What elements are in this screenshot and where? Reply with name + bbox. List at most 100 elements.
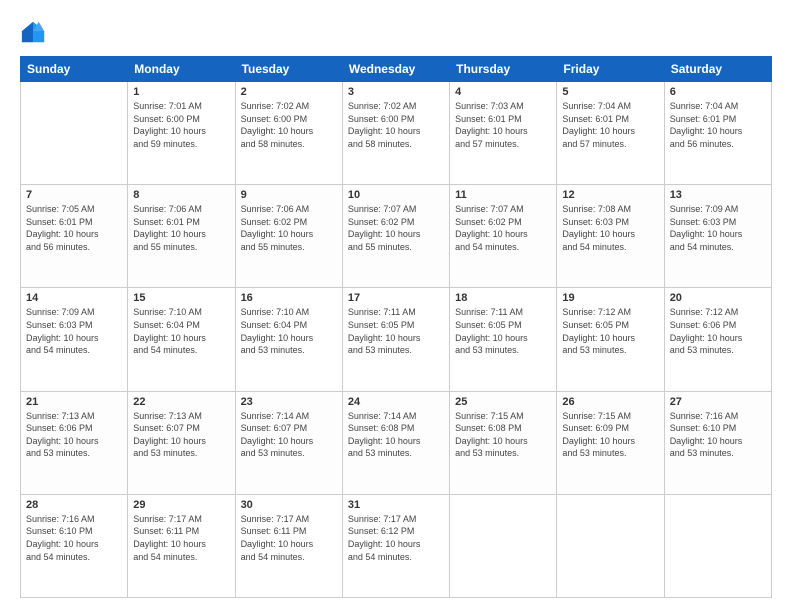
weekday-saturday: Saturday <box>664 57 771 82</box>
day-number: 14 <box>26 292 122 304</box>
day-number: 31 <box>348 499 444 511</box>
calendar-cell: 3 Sunrise: 7:02 AM Sunset: 6:00 PM Daylig… <box>342 82 449 185</box>
cell-info: Sunrise: 7:15 AM Sunset: 6:08 PM Dayligh… <box>455 410 551 460</box>
day-number: 26 <box>562 396 658 408</box>
calendar-cell: 1Sunrise: 7:01 AM Sunset: 6:00 PM Daylig… <box>128 82 235 185</box>
calendar-cell: 9 Sunrise: 7:06 AM Sunset: 6:02 PM Daylig… <box>235 185 342 288</box>
calendar-cell: 21Sunrise: 7:13 AM Sunset: 6:06 PM Dayli… <box>21 391 128 494</box>
cell-info: Sunrise: 7:04 AM Sunset: 6:01 PM Dayligh… <box>670 100 766 150</box>
day-number: 2 <box>241 86 337 98</box>
cell-info: Sunrise: 7:12 AM Sunset: 6:05 PM Dayligh… <box>562 306 658 356</box>
cell-info: Sunrise: 7:01 AM Sunset: 6:00 PM Dayligh… <box>133 100 229 150</box>
day-number: 9 <box>241 189 337 201</box>
cell-info: Sunrise: 7:15 AM Sunset: 6:09 PM Dayligh… <box>562 410 658 460</box>
cell-info: Sunrise: 7:06 AM Sunset: 6:01 PM Dayligh… <box>133 203 229 253</box>
calendar-cell <box>557 494 664 597</box>
day-number: 18 <box>455 292 551 304</box>
day-number: 12 <box>562 189 658 201</box>
cell-info: Sunrise: 7:06 AM Sunset: 6:02 PM Dayligh… <box>241 203 337 253</box>
calendar-cell: 28 Sunrise: 7:16 AM Sunset: 6:10 PM Dayli… <box>21 494 128 597</box>
calendar-cell: 10 Sunrise: 7:07 AM Sunset: 6:02 PM Dayli… <box>342 185 449 288</box>
cell-info: Sunrise: 7:13 AM Sunset: 6:07 PM Dayligh… <box>133 410 229 460</box>
week-row-5: 28 Sunrise: 7:16 AM Sunset: 6:10 PM Dayli… <box>21 494 772 597</box>
week-row-2: 7 Sunrise: 7:05 AM Sunset: 6:01 PM Daylig… <box>21 185 772 288</box>
cell-info: Sunrise: 7:10 AM Sunset: 6:04 PM Dayligh… <box>241 306 337 356</box>
cell-info: Sunrise: 7:17 AM Sunset: 6:11 PM Dayligh… <box>133 513 229 563</box>
calendar-cell: 12 Sunrise: 7:08 AM Sunset: 6:03 PM Dayli… <box>557 185 664 288</box>
calendar-cell: 27 Sunrise: 7:16 AM Sunset: 6:10 PM Dayli… <box>664 391 771 494</box>
day-number: 10 <box>348 189 444 201</box>
cell-info: Sunrise: 7:08 AM Sunset: 6:03 PM Dayligh… <box>562 203 658 253</box>
calendar-cell: 11Sunrise: 7:07 AM Sunset: 6:02 PM Dayli… <box>450 185 557 288</box>
calendar-cell: 31 Sunrise: 7:17 AM Sunset: 6:12 PM Dayli… <box>342 494 449 597</box>
day-number: 4 <box>455 86 551 98</box>
calendar-cell: 26 Sunrise: 7:15 AM Sunset: 6:09 PM Dayli… <box>557 391 664 494</box>
cell-info: Sunrise: 7:03 AM Sunset: 6:01 PM Dayligh… <box>455 100 551 150</box>
calendar-cell: 18 Sunrise: 7:11 AM Sunset: 6:05 PM Dayli… <box>450 288 557 391</box>
day-number: 7 <box>26 189 122 201</box>
cell-info: Sunrise: 7:17 AM Sunset: 6:12 PM Dayligh… <box>348 513 444 563</box>
day-number: 28 <box>26 499 122 511</box>
day-number: 27 <box>670 396 766 408</box>
day-number: 8 <box>133 189 229 201</box>
calendar-table: SundayMondayTuesdayWednesdayThursdayFrid… <box>20 56 772 598</box>
calendar-cell <box>664 494 771 597</box>
cell-info: Sunrise: 7:17 AM Sunset: 6:11 PM Dayligh… <box>241 513 337 563</box>
cell-info: Sunrise: 7:11 AM Sunset: 6:05 PM Dayligh… <box>348 306 444 356</box>
header <box>20 18 772 46</box>
weekday-friday: Friday <box>557 57 664 82</box>
calendar-cell: 5Sunrise: 7:04 AM Sunset: 6:01 PM Daylig… <box>557 82 664 185</box>
cell-info: Sunrise: 7:10 AM Sunset: 6:04 PM Dayligh… <box>133 306 229 356</box>
weekday-sunday: Sunday <box>21 57 128 82</box>
day-number: 3 <box>348 86 444 98</box>
cell-info: Sunrise: 7:05 AM Sunset: 6:01 PM Dayligh… <box>26 203 122 253</box>
cell-info: Sunrise: 7:16 AM Sunset: 6:10 PM Dayligh… <box>670 410 766 460</box>
cell-info: Sunrise: 7:16 AM Sunset: 6:10 PM Dayligh… <box>26 513 122 563</box>
calendar-cell: 20 Sunrise: 7:12 AM Sunset: 6:06 PM Dayli… <box>664 288 771 391</box>
day-number: 20 <box>670 292 766 304</box>
day-number: 19 <box>562 292 658 304</box>
day-number: 30 <box>241 499 337 511</box>
logo-icon <box>20 18 48 46</box>
day-number: 29 <box>133 499 229 511</box>
weekday-header-row: SundayMondayTuesdayWednesdayThursdayFrid… <box>21 57 772 82</box>
calendar-cell <box>21 82 128 185</box>
weekday-tuesday: Tuesday <box>235 57 342 82</box>
calendar-cell: 6 Sunrise: 7:04 AM Sunset: 6:01 PM Daylig… <box>664 82 771 185</box>
week-row-4: 21Sunrise: 7:13 AM Sunset: 6:06 PM Dayli… <box>21 391 772 494</box>
calendar-cell: 19 Sunrise: 7:12 AM Sunset: 6:05 PM Dayli… <box>557 288 664 391</box>
week-row-3: 14Sunrise: 7:09 AM Sunset: 6:03 PM Dayli… <box>21 288 772 391</box>
cell-info: Sunrise: 7:02 AM Sunset: 6:00 PM Dayligh… <box>348 100 444 150</box>
calendar-cell: 17 Sunrise: 7:11 AM Sunset: 6:05 PM Dayli… <box>342 288 449 391</box>
day-number: 17 <box>348 292 444 304</box>
cell-info: Sunrise: 7:07 AM Sunset: 6:02 PM Dayligh… <box>348 203 444 253</box>
day-number: 6 <box>670 86 766 98</box>
logo <box>20 18 52 46</box>
cell-info: Sunrise: 7:14 AM Sunset: 6:08 PM Dayligh… <box>348 410 444 460</box>
day-number: 16 <box>241 292 337 304</box>
day-number: 15 <box>133 292 229 304</box>
week-row-1: 1Sunrise: 7:01 AM Sunset: 6:00 PM Daylig… <box>21 82 772 185</box>
day-number: 23 <box>241 396 337 408</box>
calendar-cell: 13Sunrise: 7:09 AM Sunset: 6:03 PM Dayli… <box>664 185 771 288</box>
calendar-cell: 14Sunrise: 7:09 AM Sunset: 6:03 PM Dayli… <box>21 288 128 391</box>
calendar-cell: 24 Sunrise: 7:14 AM Sunset: 6:08 PM Dayli… <box>342 391 449 494</box>
calendar-cell: 23Sunrise: 7:14 AM Sunset: 6:07 PM Dayli… <box>235 391 342 494</box>
cell-info: Sunrise: 7:11 AM Sunset: 6:05 PM Dayligh… <box>455 306 551 356</box>
calendar-cell <box>450 494 557 597</box>
calendar-cell: 15 Sunrise: 7:10 AM Sunset: 6:04 PM Dayli… <box>128 288 235 391</box>
calendar-cell: 2Sunrise: 7:02 AM Sunset: 6:00 PM Daylig… <box>235 82 342 185</box>
cell-info: Sunrise: 7:07 AM Sunset: 6:02 PM Dayligh… <box>455 203 551 253</box>
cell-info: Sunrise: 7:04 AM Sunset: 6:01 PM Dayligh… <box>562 100 658 150</box>
day-number: 24 <box>348 396 444 408</box>
weekday-thursday: Thursday <box>450 57 557 82</box>
weekday-monday: Monday <box>128 57 235 82</box>
day-number: 13 <box>670 189 766 201</box>
calendar-cell: 7 Sunrise: 7:05 AM Sunset: 6:01 PM Daylig… <box>21 185 128 288</box>
calendar-cell: 4 Sunrise: 7:03 AM Sunset: 6:01 PM Daylig… <box>450 82 557 185</box>
cell-info: Sunrise: 7:12 AM Sunset: 6:06 PM Dayligh… <box>670 306 766 356</box>
page: SundayMondayTuesdayWednesdayThursdayFrid… <box>0 0 792 612</box>
day-number: 22 <box>133 396 229 408</box>
calendar-cell: 22 Sunrise: 7:13 AM Sunset: 6:07 PM Dayli… <box>128 391 235 494</box>
cell-info: Sunrise: 7:13 AM Sunset: 6:06 PM Dayligh… <box>26 410 122 460</box>
